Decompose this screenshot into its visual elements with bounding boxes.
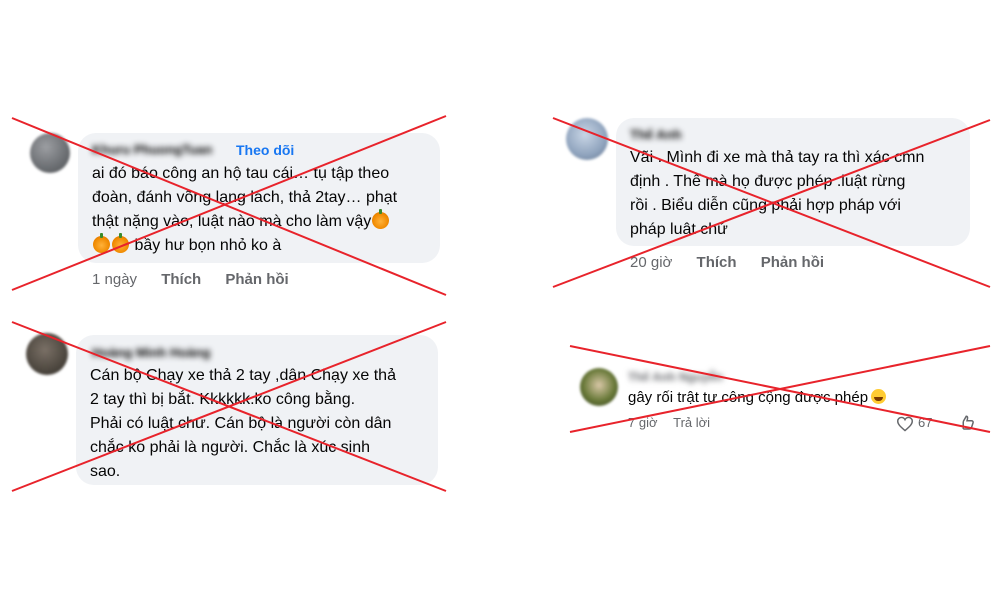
comment-text-line: pháp luật chứ bbox=[630, 221, 728, 238]
comment-time[interactable]: 20 giờ bbox=[630, 254, 672, 271]
comment-text-line: định . Thế mà họ được phép .luật rừng bbox=[630, 173, 906, 190]
comment-author[interactable]: Khuru PhuongTuan bbox=[92, 142, 212, 157]
like-count: 67 bbox=[918, 415, 933, 430]
comment-text-line: bầy hư bọn nhỏ ko à bbox=[92, 233, 282, 258]
avatar[interactable] bbox=[580, 368, 618, 406]
comment-text-line: Vãi . Mình đi xe mà thả tay ra thì xác c… bbox=[630, 149, 925, 166]
more-icon[interactable] bbox=[958, 414, 976, 432]
comment-text-line: Cán bộ Chạy xe thả 2 tay ,dân Chạy xe th… bbox=[90, 367, 396, 384]
comment-text-line: chắc ko phải là người. Chắc là xúc sinh bbox=[90, 439, 371, 456]
cross-overlay bbox=[11, 115, 991, 492]
follow-button[interactable]: Theo dõi bbox=[236, 142, 294, 158]
comment-text-line: 2 tay thì bị bắt. Kkkkkk.ko công bằng. bbox=[90, 391, 356, 408]
pumpkin-emoji bbox=[372, 209, 390, 229]
avatar[interactable] bbox=[30, 133, 70, 173]
comment-text-line: Phải có luật chứ. Cán bộ là người còn dâ… bbox=[90, 415, 392, 432]
heart-icon[interactable] bbox=[896, 416, 914, 432]
comment-text-line: rồi . Biểu diễn cũng phải hợp pháp với bbox=[630, 197, 901, 214]
comment-text-line: thật nặng vào, luật nào mà cho làm vậy bbox=[92, 209, 390, 234]
reply-button[interactable]: Trả lời bbox=[673, 415, 710, 430]
comment-text-segment: thật nặng vào, luật nào mà cho làm vậy bbox=[92, 213, 372, 230]
pumpkin-emoji bbox=[112, 233, 129, 253]
avatar[interactable] bbox=[26, 333, 68, 375]
comment-text-line: đoàn, đánh võng lạng lách, thả 2tay… phạ… bbox=[92, 189, 398, 206]
comment-author[interactable]: Thế Anh bbox=[630, 127, 682, 142]
reply-button[interactable]: Phản hồi bbox=[761, 254, 824, 271]
comment-text-segment: gây rối trật tự công cộng được phép bbox=[628, 389, 869, 406]
comment-meta: 20 giờ Thích Phản hồi bbox=[630, 254, 824, 271]
reply-button[interactable]: Phản hồi bbox=[225, 271, 288, 288]
comment-author[interactable]: Hoàng Minh Hoàng bbox=[92, 345, 210, 360]
comment-text-line: gây rối trật tự công cộng được phép bbox=[628, 386, 887, 410]
comment-meta: 1 ngày Thích Phản hồi bbox=[92, 271, 289, 288]
comment-text-line: sao. bbox=[90, 463, 121, 480]
pumpkin-emoji bbox=[93, 233, 110, 253]
comment-time[interactable]: 7 giờ bbox=[628, 415, 658, 430]
avatar[interactable] bbox=[566, 118, 608, 160]
comment-meta: 7 giờ Trả lời bbox=[628, 415, 710, 430]
comment-text-segment: bầy hư bọn nhỏ ko à bbox=[134, 237, 282, 254]
comment-time[interactable]: 1 ngày bbox=[92, 271, 137, 288]
laughing-emoji bbox=[871, 389, 887, 404]
comment-author[interactable]: Thế Anh Nguyễn bbox=[628, 370, 723, 384]
comment-text-line: ai đó báo công an hộ tau cái… tụ tập the… bbox=[92, 165, 390, 182]
like-button[interactable]: Thích bbox=[697, 254, 737, 271]
like-button[interactable]: Thích bbox=[161, 271, 201, 288]
